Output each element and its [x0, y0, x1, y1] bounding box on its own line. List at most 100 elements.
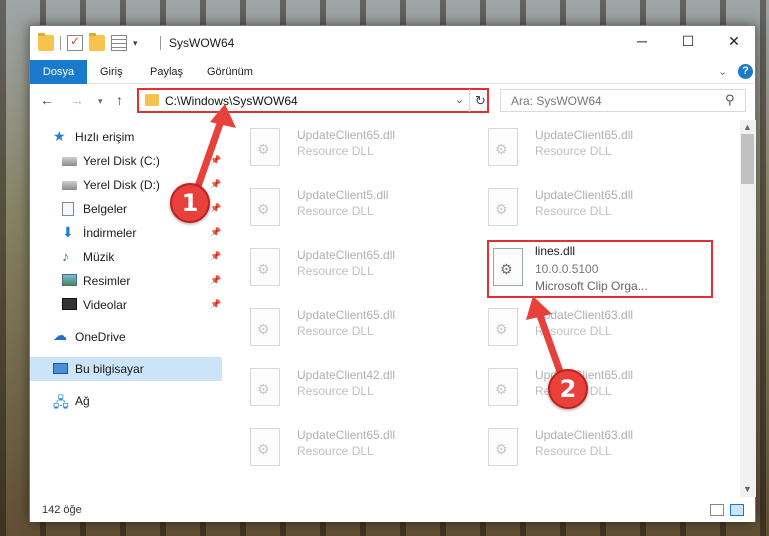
file-item-lines-dll[interactable]: lines.dll 10.0.0.5100 Microsoft Clip Org… — [487, 240, 713, 298]
recent-locations-icon[interactable]: ▾ — [98, 96, 103, 107]
customize-dropdown-icon[interactable]: ▾ — [133, 38, 138, 49]
file-description: Resource DLL — [535, 324, 612, 338]
file-item[interactable]: UpdateClient65.dll Resource DLL — [468, 122, 688, 178]
ribbon-expand-icon[interactable]: ⌄ — [718, 65, 727, 78]
tab-view[interactable]: Görünüm — [197, 60, 263, 84]
scroll-down-icon[interactable]: ▼ — [743, 484, 752, 494]
file-explorer-window: ▾ SysWOW64 ─ ☐ ✕ Dosya Giriş Paylaş Görü… — [29, 25, 756, 522]
network-icon: 🖧 — [53, 394, 69, 410]
sidebar-item-label: Videolar — [83, 298, 127, 312]
file-item[interactable]: UpdateClient65.dll Resource DLL — [230, 302, 450, 358]
sidebar-item-network[interactable]: 🖧 Ağ — [30, 389, 222, 413]
properties-icon[interactable] — [67, 34, 83, 51]
maximize-button[interactable]: ☐ — [665, 26, 711, 56]
documents-icon — [62, 202, 74, 216]
sidebar-item-label: Resimler — [83, 274, 131, 288]
pin-icon[interactable]: 📌 — [210, 227, 221, 238]
file-name: UpdateClient65.dll — [535, 128, 634, 142]
sidebar-item-label: Belgeler — [83, 202, 128, 216]
close-button[interactable]: ✕ — [711, 26, 757, 56]
file-item[interactable]: UpdateClient65.dll Resource DLL — [230, 122, 450, 178]
sidebar-item-videos[interactable]: Videolar 📌 — [30, 293, 222, 317]
sidebar-item-pictures[interactable]: Resimler 📌 — [30, 269, 222, 293]
address-path[interactable]: C:\Windows\SysWOW64 — [165, 94, 298, 108]
sidebar-item-local-disk-c[interactable]: Yerel Disk (C:) 📌 — [30, 149, 222, 173]
sidebar-item-quick-access[interactable]: ★ Hızlı erişim — [30, 125, 222, 149]
file-description: Resource DLL — [297, 324, 374, 338]
music-icon: ♪ — [62, 248, 69, 264]
file-name: UpdateClient63.dll — [535, 428, 634, 442]
status-bar: 142 öğe — [30, 500, 755, 522]
file-item[interactable]: UpdateClient63.dll Resource DLL — [468, 302, 688, 358]
dll-file-icon — [488, 428, 518, 466]
minimize-button[interactable]: ─ — [619, 26, 665, 56]
pin-icon[interactable]: 📌 — [210, 251, 221, 262]
scrollbar-thumb[interactable] — [741, 134, 754, 184]
tab-file[interactable]: Dosya — [30, 60, 87, 84]
sidebar-item-this-pc[interactable]: Bu bilgisayar — [30, 357, 222, 381]
sidebar-item-label: OneDrive — [75, 330, 126, 344]
address-bar[interactable]: C:\Windows\SysWOW64 ⌄ — [137, 88, 489, 113]
file-item[interactable]: UpdateClient65.dll Resource DLL — [468, 182, 688, 238]
pin-icon[interactable]: 📌 — [210, 179, 221, 190]
vertical-scrollbar[interactable]: ▲ ▼ — [740, 120, 756, 497]
file-name: UpdateClient63.dll — [535, 308, 634, 322]
back-arrow-icon[interactable]: ← — [40, 92, 54, 108]
dll-file-icon — [488, 128, 518, 166]
large-icons-view-icon[interactable] — [730, 504, 744, 516]
dll-file-icon — [250, 128, 280, 166]
disk-icon — [62, 181, 77, 190]
window-title: SysWOW64 — [169, 36, 235, 50]
file-name: UpdateClient65.dll — [297, 308, 396, 322]
pin-icon[interactable]: 📌 — [210, 155, 221, 166]
file-name: UpdateClient65.dll — [297, 248, 396, 262]
step-callout-1: 1 — [170, 183, 210, 223]
pin-icon[interactable]: 📌 — [210, 275, 221, 286]
onedrive-icon: ☁ — [53, 327, 67, 343]
step-callout-2: 2 — [548, 369, 588, 409]
file-description: Resource DLL — [297, 144, 374, 158]
dll-file-icon — [488, 188, 518, 226]
sidebar-item-label: Hızlı erişim — [75, 130, 135, 144]
refresh-icon[interactable]: ↻ — [469, 89, 491, 112]
sidebar-item-onedrive[interactable]: ☁ OneDrive — [30, 325, 222, 349]
up-arrow-icon[interactable]: ↑ — [116, 92, 123, 108]
title-bar: ▾ SysWOW64 ─ ☐ ✕ — [30, 26, 755, 60]
file-item[interactable]: UpdateClient5.dll Resource DLL — [230, 182, 450, 238]
file-description: Resource DLL — [297, 264, 374, 278]
sidebar-item-label: Yerel Disk (C:) — [83, 154, 160, 168]
file-description: Resource DLL — [297, 444, 374, 458]
new-folder-icon[interactable] — [89, 33, 105, 51]
downloads-icon: ⬇ — [62, 224, 74, 240]
customize-toolbar-icon[interactable] — [111, 35, 127, 51]
computer-icon — [53, 363, 68, 374]
forward-arrow-icon[interactable]: → — [70, 92, 84, 108]
videos-icon — [62, 298, 77, 310]
help-icon[interactable]: ? — [738, 64, 753, 79]
file-item[interactable]: UpdateClient65.dll Resource DLL — [230, 242, 450, 298]
pin-icon[interactable]: 📌 — [210, 299, 221, 310]
address-dropdown-icon[interactable]: ⌄ — [455, 93, 464, 106]
sidebar-item-downloads[interactable]: ⬇ İndirmeler 📌 — [30, 221, 222, 245]
details-view-icon[interactable] — [710, 504, 724, 516]
file-name: UpdateClient65.dll — [297, 128, 396, 142]
tab-home[interactable]: Giriş — [90, 60, 133, 84]
toolbar-separator — [60, 36, 61, 50]
tab-share[interactable]: Paylaş — [140, 60, 193, 84]
file-description: Resource DLL — [297, 204, 374, 218]
search-input[interactable]: Ara: SysWOW64 ⚲ — [500, 89, 746, 112]
dll-file-icon — [488, 308, 518, 346]
search-icon[interactable]: ⚲ — [725, 92, 735, 108]
file-description: Resource DLL — [535, 144, 612, 158]
dll-file-icon — [250, 368, 280, 406]
file-item[interactable]: UpdateClient63.dll Resource DLL — [468, 422, 688, 478]
item-count: 142 öğe — [42, 504, 82, 516]
scroll-up-icon[interactable]: ▲ — [743, 122, 752, 132]
file-version: 10.0.0.5100 — [535, 262, 599, 276]
file-item[interactable]: UpdateClient65.dll Resource DLL — [230, 422, 450, 478]
file-item[interactable]: UpdateClient42.dll Resource DLL — [230, 362, 450, 418]
pin-icon[interactable]: 📌 — [210, 203, 221, 214]
folder-icon — [145, 94, 159, 106]
sidebar-item-music[interactable]: ♪ Müzik 📌 — [30, 245, 222, 269]
sidebar-item-label: Yerel Disk (D:) — [83, 178, 160, 192]
